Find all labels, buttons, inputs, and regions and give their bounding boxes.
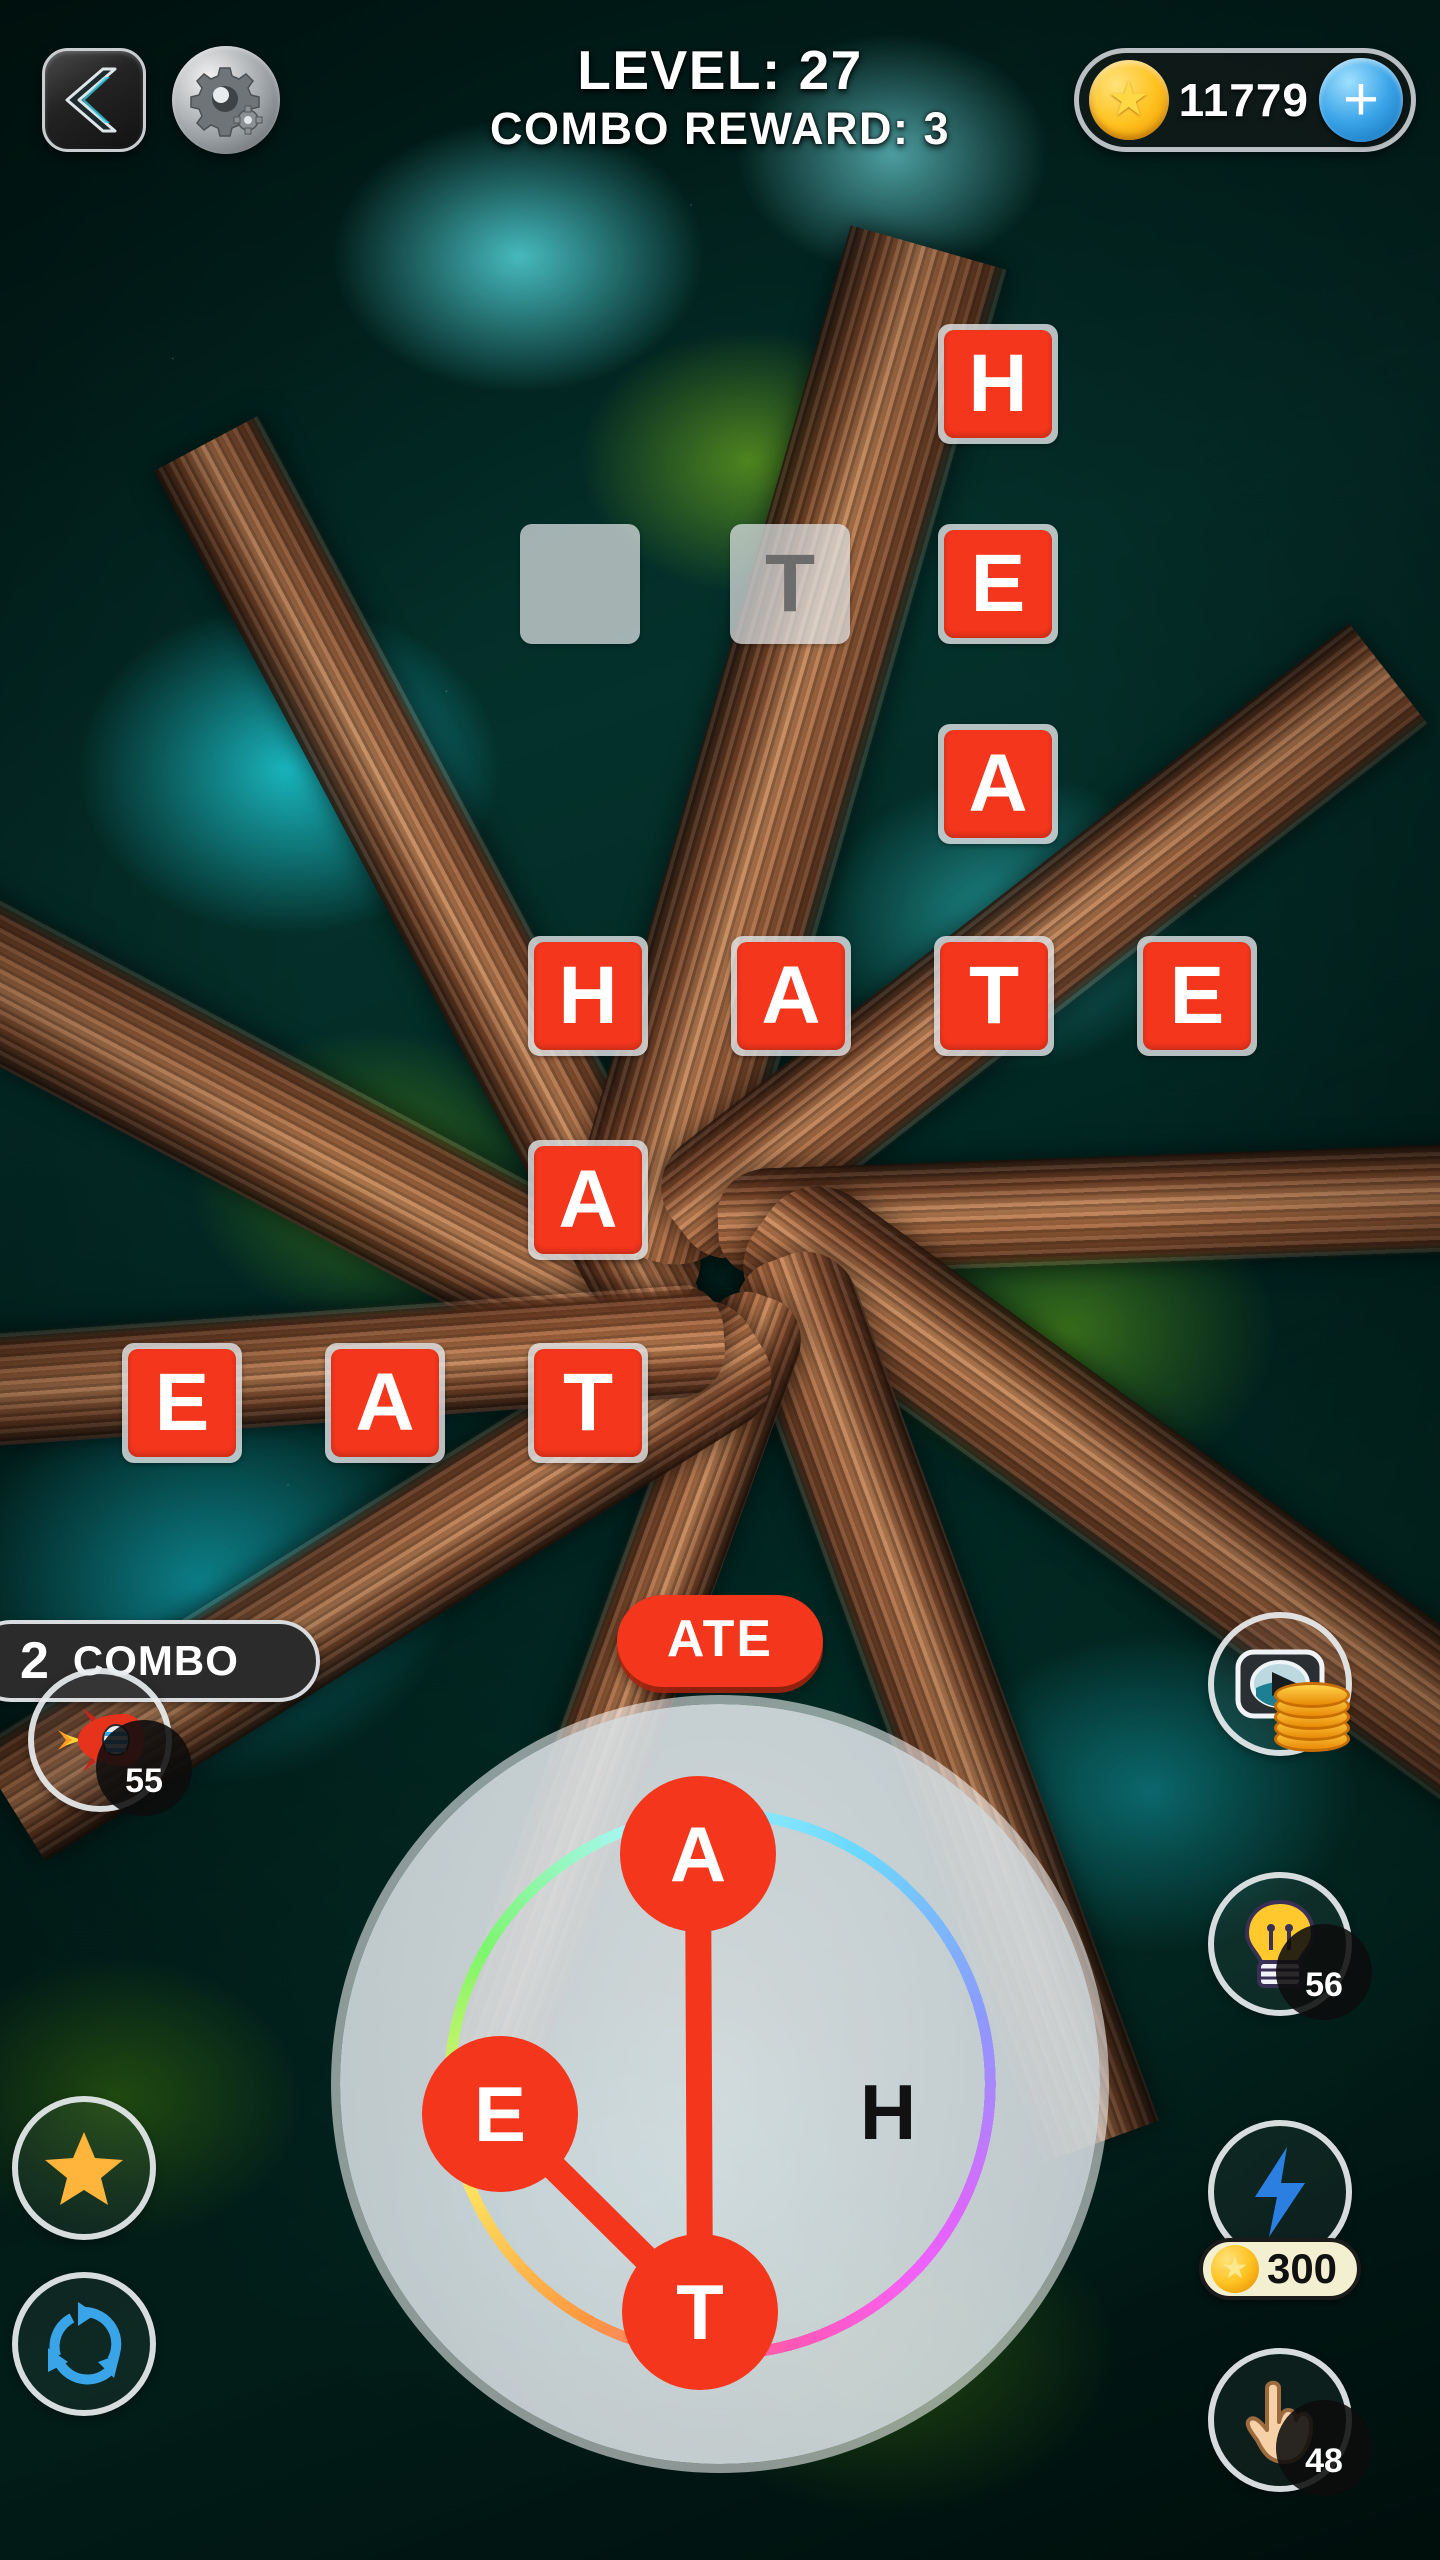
lightning-price: ★ 300 [1198, 2238, 1362, 2300]
grid-cell-solved-h: H [938, 324, 1058, 444]
grid-cell-solved-t: T [528, 1343, 648, 1463]
game-screen: LEVEL: 27 COMBO REWARD: 3 ★ 11779 + HTEA… [0, 0, 1440, 2560]
grid-cell-solved-e: E [938, 524, 1058, 644]
combo-count: 2 [20, 1632, 49, 1690]
rocket-booster-button[interactable]: 55 [28, 1668, 192, 1816]
lightning-price-amount: 300 [1266, 2245, 1338, 2292]
grid-cell-letter: E [1143, 942, 1251, 1050]
hint-button[interactable]: 56 [1208, 1872, 1372, 2020]
pointer-count: 48 [1276, 2400, 1372, 2496]
wheel-letter-t[interactable]: T [622, 2234, 778, 2390]
shuffle-button[interactable] [12, 2272, 156, 2416]
crossword-grid: HTEAHATEAEAT [0, 0, 1440, 1560]
grid-cell-solved-a: A [938, 724, 1058, 844]
star-button[interactable] [12, 2096, 156, 2240]
current-word-preview: ATE [616, 1595, 824, 1687]
grid-cell-letter: E [944, 530, 1052, 638]
grid-cell-solved-h: H [528, 936, 648, 1056]
grid-cell-solved-e: E [1137, 936, 1257, 1056]
grid-cell-letter [526, 530, 634, 638]
grid-cell-letter: A [331, 1349, 439, 1457]
grid-cell-solved-t: T [934, 936, 1054, 1056]
shuffle-icon [48, 2302, 122, 2385]
grid-cell-letter: H [534, 942, 642, 1050]
coin-star-icon: ★ [1210, 2245, 1259, 2293]
coin-stack-icon [1274, 1682, 1352, 1754]
grid-cell-solved-e: E [122, 1343, 242, 1463]
pointer-hint-button[interactable]: 48 [1208, 2348, 1372, 2496]
watch-ad-coins-button[interactable] [1208, 1612, 1352, 1756]
rocket-count: 55 [96, 1720, 192, 1816]
wheel-letter-a[interactable]: A [620, 1776, 776, 1932]
grid-cell-letter: A [944, 730, 1052, 838]
grid-cell-letter: T [764, 538, 816, 629]
grid-cell-letter: T [534, 1349, 642, 1457]
grid-cell-letter: A [737, 942, 845, 1050]
grid-cell-letter: A [534, 1146, 642, 1254]
wheel-letter-e[interactable]: E [422, 2036, 578, 2192]
letter-wheel[interactable]: AETH [340, 1704, 1100, 2464]
grid-cell-solved-a: A [528, 1140, 648, 1260]
grid-cell-solved-a: A [731, 936, 851, 1056]
grid-cell-empty [520, 524, 640, 644]
hint-count: 56 [1276, 1924, 1372, 2020]
grid-cell-solved-a: A [325, 1343, 445, 1463]
grid-cell-hint-t: T [730, 524, 850, 644]
grid-cell-letter: T [940, 942, 1048, 1050]
lightning-bolt-icon [1255, 2147, 1305, 2237]
wheel-letter-h[interactable]: H [810, 2034, 966, 2190]
grid-cell-letter: E [128, 1349, 236, 1457]
star-icon [45, 2132, 123, 2205]
grid-cell-letter: H [944, 330, 1052, 438]
